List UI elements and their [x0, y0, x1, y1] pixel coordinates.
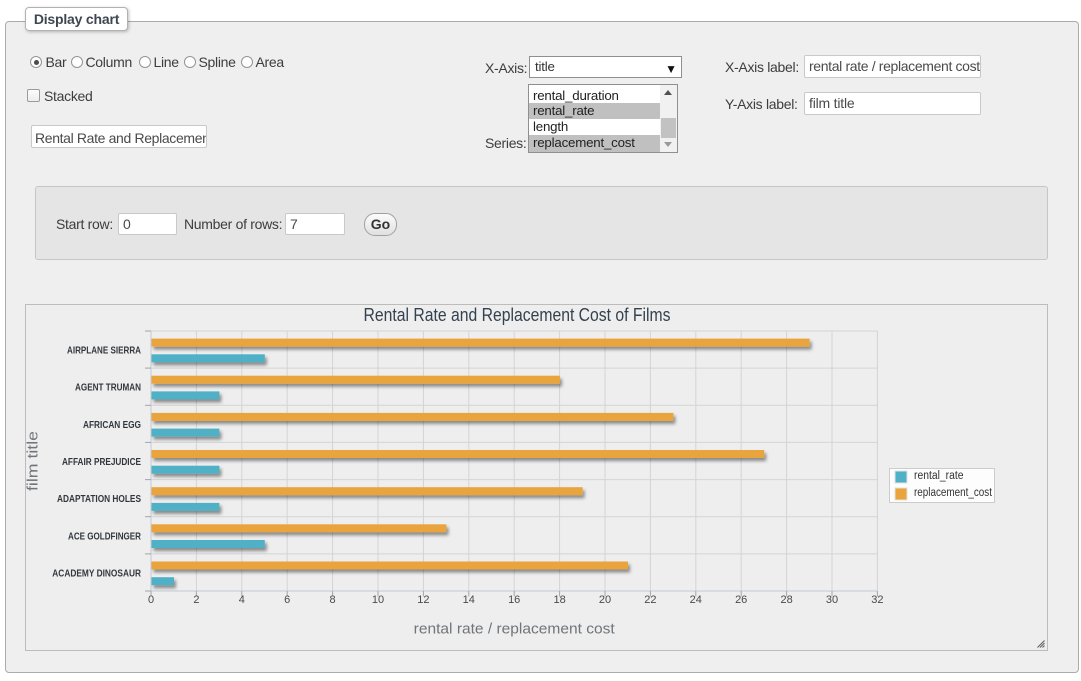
svg-text:18: 18 [553, 594, 565, 606]
svg-text:rental rate / replacement cost: rental rate / replacement cost [414, 622, 615, 638]
svg-text:ADAPTATION HOLES: ADAPTATION HOLES [57, 494, 141, 505]
svg-text:0: 0 [148, 594, 154, 606]
svg-text:AGENT TRUMAN: AGENT TRUMAN [75, 383, 141, 394]
svg-text:32: 32 [871, 594, 883, 606]
svg-text:24: 24 [690, 594, 702, 606]
svg-text:28: 28 [780, 594, 792, 606]
svg-text:ACADEMY DINOSAUR: ACADEMY DINOSAUR [52, 568, 141, 579]
svg-text:rental_rate: rental_rate [914, 470, 964, 482]
svg-text:22: 22 [644, 594, 656, 606]
svg-text:26: 26 [735, 594, 747, 606]
svg-text:8: 8 [330, 594, 336, 606]
svg-text:AIRPLANE SIERRA: AIRPLANE SIERRA [67, 346, 141, 357]
svg-text:20: 20 [599, 594, 611, 606]
svg-text:AFRICAN EGG: AFRICAN EGG [83, 420, 141, 431]
svg-text:6: 6 [284, 594, 290, 606]
svg-text:2: 2 [193, 594, 199, 606]
svg-text:10: 10 [372, 594, 384, 606]
svg-text:12: 12 [417, 594, 429, 606]
svg-text:AFFAIR PREJUDICE: AFFAIR PREJUDICE [62, 457, 141, 468]
svg-text:30: 30 [826, 594, 838, 606]
svg-text:14: 14 [463, 594, 475, 606]
svg-text:Rental Rate and Replacement Co: Rental Rate and Replacement Cost of Film… [364, 305, 671, 325]
svg-text:replacement_cost: replacement_cost [914, 487, 993, 499]
svg-text:film title: film title [26, 431, 42, 491]
svg-text:16: 16 [508, 594, 520, 606]
svg-text:ACE GOLDFINGER: ACE GOLDFINGER [68, 531, 142, 542]
svg-text:4: 4 [239, 594, 245, 606]
